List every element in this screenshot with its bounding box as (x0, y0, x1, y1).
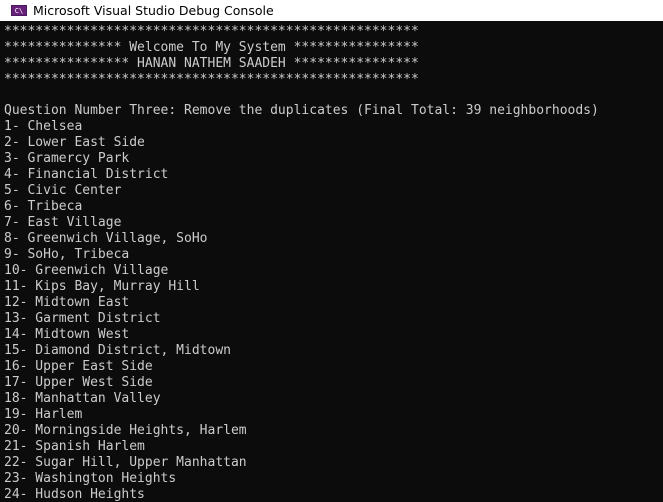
list-item: 24- Hudson Heights (4, 487, 145, 502)
list-item: 6- Tribeca (4, 199, 83, 214)
list-item: 4- Financial District (4, 167, 169, 182)
banner-line-welcome: *************** Welcome To My System ***… (4, 40, 419, 55)
list-item: 16- Upper East Side (4, 359, 153, 374)
list-item: 12- Midtown East (4, 295, 130, 310)
vs-debug-console-icon: C\ (11, 5, 27, 16)
list-item: 18- Manhattan Valley (4, 391, 161, 406)
list-item: 2- Lower East Side (4, 135, 145, 150)
list-item: 5- Civic Center (4, 183, 122, 198)
list-item: 13- Garment District (4, 311, 161, 326)
list-item: 22- Sugar Hill, Upper Manhattan (4, 455, 247, 470)
list-item: 17- Upper West Side (4, 375, 153, 390)
list-item: 11- Kips Bay, Murray Hill (4, 279, 200, 294)
list-item: 20- Morningside Heights, Harlem (4, 423, 247, 438)
list-item: 14- Midtown West (4, 327, 130, 342)
list-item: 10- Greenwich Village (4, 263, 169, 278)
console-output[interactable]: ****************************************… (0, 21, 663, 502)
list-item: 7- East Village (4, 215, 122, 230)
list-item: 9- SoHo, Tribeca (4, 247, 130, 262)
console-window: C\ Microsoft Visual Studio Debug Console… (0, 0, 663, 502)
question-heading: Question Number Three: Remove the duplic… (4, 103, 599, 118)
window-title: Microsoft Visual Studio Debug Console (33, 3, 274, 18)
list-item: 15- Diamond District, Midtown (4, 343, 231, 358)
list-item: 23- Washington Heights (4, 471, 177, 486)
list-item: 19- Harlem (4, 407, 83, 422)
title-bar[interactable]: C\ Microsoft Visual Studio Debug Console (0, 0, 663, 21)
banner-line-4: ****************************************… (4, 72, 419, 87)
list-item: 3- Gramercy Park (4, 151, 130, 166)
banner-line-1: ****************************************… (4, 24, 419, 39)
banner-line-name: **************** HANAN NATHEM SAADEH ***… (4, 56, 419, 71)
list-item: 21- Spanish Harlem (4, 439, 145, 454)
list-item: 1- Chelsea (4, 119, 83, 134)
list-item: 8- Greenwich Village, SoHo (4, 231, 208, 246)
